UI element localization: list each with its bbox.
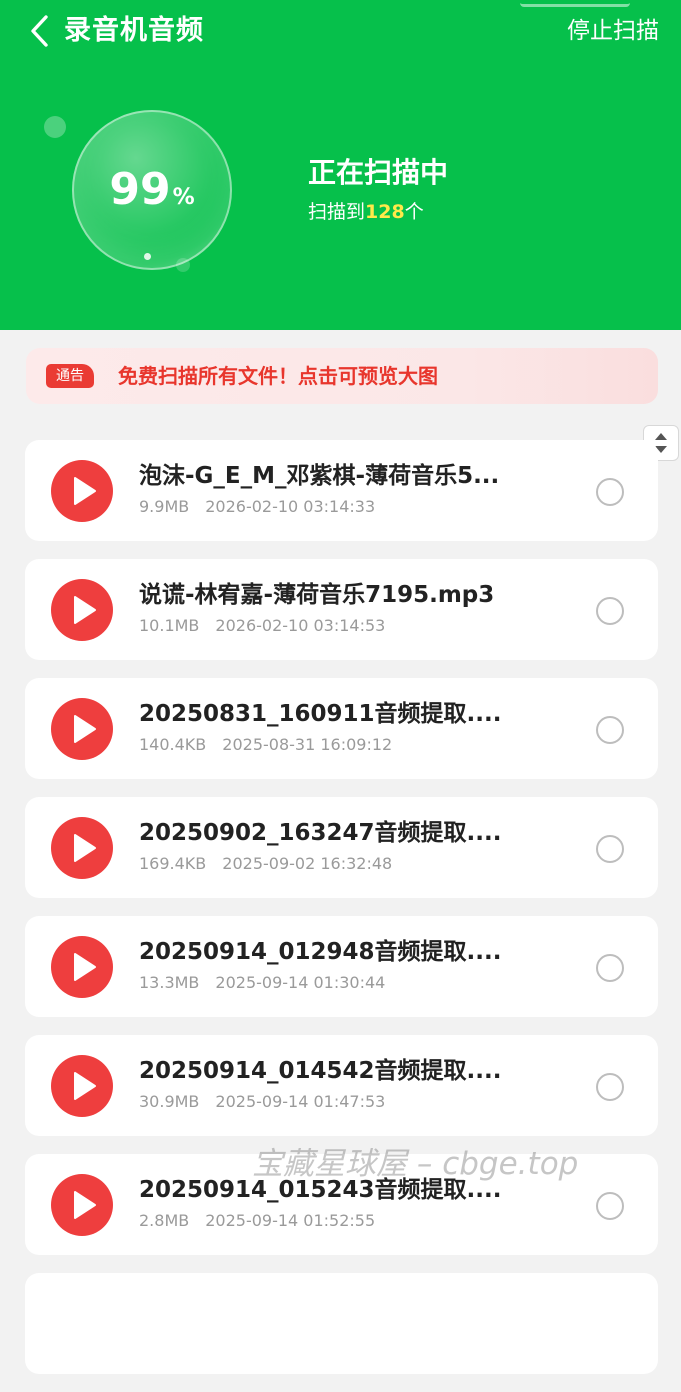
play-icon [74,953,96,981]
play-button[interactable] [51,1174,113,1236]
list-item[interactable]: 说谎-林宥嘉-薄荷音乐7195.mp3 10.1MB 2026-02-10 03:… [25,559,658,660]
file-meta: 169.4KB 2025-09-02 16:32:48 [139,853,392,875]
list-item[interactable]: 20250914_012948音频提取.... 13.3MB 2025-09-14… [25,916,658,1017]
decorative-bubble [176,258,190,272]
progress-percent: 99% [72,160,232,229]
list-item[interactable]: 20250902_163247音频提取.... 169.4KB 2025-09-0… [25,797,658,898]
file-date: 2025-09-02 16:32:48 [222,854,393,873]
notice-text: 免费扫描所有文件！点击可预览大图 [118,364,438,388]
percent-symbol: % [172,185,195,210]
file-meta: 140.4KB 2025-08-31 16:09:12 [139,734,392,756]
watermark: 宝藏星球屋 – cbge.top [252,1146,579,1182]
chevron-left-icon [31,15,48,47]
list-item-partial[interactable] [25,1273,658,1374]
play-icon [74,477,96,505]
list-item[interactable]: 20250831_160911音频提取.... 140.4KB 2025-08-3… [25,678,658,779]
decorative-bubble [44,116,66,138]
file-date: 2026-02-10 03:14:33 [205,497,376,516]
file-name: 20250914_012948音频提取.... [139,939,502,965]
file-size: 10.1MB [139,616,200,635]
decorative-bubble [144,253,151,260]
file-size: 9.9MB [139,497,190,516]
select-radio[interactable] [596,716,624,744]
play-button[interactable] [51,698,113,760]
scan-count-prefix: 扫描到 [308,201,366,223]
play-icon [74,596,96,624]
file-name: 20250831_160911音频提取.... [139,701,502,727]
play-icon [74,834,96,862]
scan-count-value: 128 [365,201,405,223]
file-size: 140.4KB [139,735,207,754]
list-item[interactable]: 20250914_014542音频提取.... 30.9MB 2025-09-14… [25,1035,658,1136]
progress-value: 99 [109,164,171,215]
play-icon [74,715,96,743]
stop-scan-button[interactable]: 停止扫描 [567,14,659,48]
play-button[interactable] [51,936,113,998]
play-button[interactable] [51,817,113,879]
back-button[interactable] [24,10,58,52]
file-size: 2.8MB [139,1211,190,1230]
file-name: 20250914_014542音频提取.... [139,1058,502,1084]
select-radio[interactable] [596,597,624,625]
notice-banner[interactable]: 通告 免费扫描所有文件！点击可预览大图 [26,348,658,404]
file-meta: 13.3MB 2025-09-14 01:30:44 [139,972,385,994]
scan-header: 录音机音频 停止扫描 99% 正在扫描中 扫描到128个 [0,0,681,330]
scan-status-title: 正在扫描中 [308,156,449,189]
file-date: 2025-08-31 16:09:12 [222,735,393,754]
play-button[interactable] [51,460,113,522]
file-meta: 10.1MB 2026-02-10 03:14:53 [139,615,385,637]
play-icon [74,1072,96,1100]
file-size: 30.9MB [139,1092,200,1111]
audio-file-list: 泡沫-G_E_M_邓紫棋-薄荷音乐5... 9.9MB 2026-02-10 03… [25,440,658,1392]
file-name: 说谎-林宥嘉-薄荷音乐7195.mp3 [139,582,495,608]
page-title: 录音机音频 [64,15,204,46]
file-date: 2025-09-14 01:47:53 [215,1092,386,1111]
file-name: 泡沫-G_E_M_邓紫棋-薄荷音乐5... [139,463,500,489]
file-meta: 9.9MB 2026-02-10 03:14:33 [139,496,375,518]
file-name: 20250902_163247音频提取.... [139,820,502,846]
select-radio[interactable] [596,478,624,506]
file-size: 13.3MB [139,973,200,992]
top-bar: 录音机音频 停止扫描 [0,0,681,62]
notice-badge: 通告 [46,364,94,388]
play-button[interactable] [51,1055,113,1117]
file-date: 2025-09-14 01:30:44 [215,973,386,992]
select-radio[interactable] [596,835,624,863]
play-icon [74,1191,96,1219]
select-radio[interactable] [596,954,624,982]
select-radio[interactable] [596,1192,624,1220]
file-date: 2025-09-14 01:52:55 [205,1211,376,1230]
scan-count-suffix: 个 [404,201,424,223]
file-meta: 30.9MB 2025-09-14 01:47:53 [139,1091,385,1113]
file-date: 2026-02-10 03:14:53 [215,616,386,635]
file-size: 169.4KB [139,854,207,873]
list-item[interactable]: 泡沫-G_E_M_邓紫棋-薄荷音乐5... 9.9MB 2026-02-10 03… [25,440,658,541]
select-radio[interactable] [596,1073,624,1101]
file-meta: 2.8MB 2025-09-14 01:52:55 [139,1210,375,1232]
scan-count: 扫描到128个 [308,198,424,226]
play-button[interactable] [51,579,113,641]
